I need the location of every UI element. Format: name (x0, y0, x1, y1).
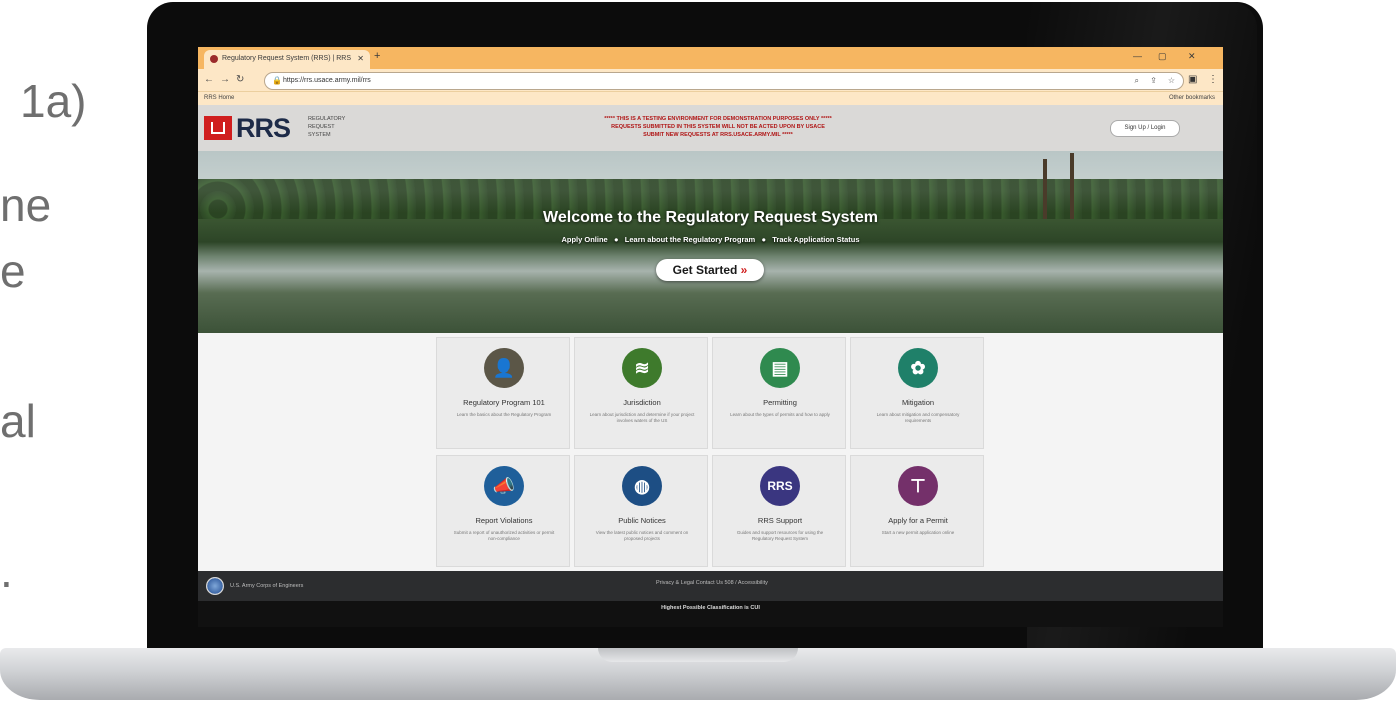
classification-text: Highest Possible Classification is CUI (661, 605, 760, 611)
lock-icon: 🔒 (272, 76, 282, 85)
card-description: Learn about mitigation and compensatory … (876, 412, 960, 423)
river-icon: ≋ (622, 348, 662, 388)
card-permitting[interactable]: ▤ Permitting Learn about the types of pe… (712, 337, 846, 449)
track-status-link[interactable]: Track Application Status (772, 235, 859, 244)
logo-subtitle: REGULATORY REQUEST SYSTEM (308, 116, 346, 138)
footer-links[interactable]: Privacy & Legal Contact Us 508 / Accessi… (656, 580, 768, 586)
card-description: Submit a report of unauthorized activiti… (453, 530, 555, 541)
close-window-icon[interactable]: ✕ (1188, 51, 1196, 62)
card-public-notices[interactable]: ◍ Public Notices View the latest public … (574, 455, 708, 567)
laptop-screen: Regulatory Request System (RRS) | RRS ✕ … (198, 47, 1223, 627)
slide-text-fragment: al (0, 395, 36, 447)
card-description: Guides and support resources for using t… (736, 530, 824, 541)
card-title: Mitigation (901, 398, 935, 407)
slide-text-fragment: e (0, 245, 26, 297)
card-jurisdiction[interactable]: ≋ Jurisdiction Learn about jurisdiction … (574, 337, 708, 449)
site-header: RRS REGULATORY REQUEST SYSTEM ***** THIS… (198, 105, 1223, 151)
minimize-icon[interactable]: — (1133, 51, 1142, 61)
zoom-icon[interactable]: ⌕ (1135, 76, 1139, 86)
url-text: https://rrs.usace.army.mil/rrs (283, 77, 371, 84)
bookmark-item[interactable]: RRS Home (204, 95, 234, 101)
slide-text-fragment: 1a) (20, 75, 87, 127)
slide-text-fragment: . (0, 545, 13, 597)
document-icon: ▤ (760, 348, 800, 388)
globe-icon: ◍ (622, 466, 662, 506)
learn-program-link[interactable]: Learn about the Regulatory Program (625, 235, 755, 244)
laptop-notch (598, 648, 798, 662)
card-description: Learn the basics about the Regulatory Pr… (456, 412, 552, 417)
favicon-icon (210, 55, 218, 63)
double-arrow-icon: » (740, 263, 748, 277)
footer-org-text: U.S. Army Corps of Engineers (230, 583, 304, 589)
card-description: Learn about jurisdiction and determine i… (589, 412, 695, 423)
people-icon: 👤 (484, 348, 524, 388)
card-mitigation[interactable]: ✿ Mitigation Learn about mitigation and … (850, 337, 984, 449)
apply-online-link[interactable]: Apply Online (561, 235, 607, 244)
plant-icon: ✿ (898, 348, 938, 388)
test-environment-notice: ***** THIS IS A TESTING ENVIRONMENT FOR … (604, 116, 832, 138)
new-tab-icon[interactable]: + (374, 50, 380, 62)
hero-banner: Welcome to the Regulatory Request System… (198, 151, 1223, 333)
card-description: View the latest public notices and comme… (595, 530, 689, 541)
card-report-violations[interactable]: 📣 Report Violations Submit a report of u… (436, 455, 570, 567)
card-description: Learn about the types of permits and how… (730, 412, 830, 417)
card-apply-for-a-permit[interactable]: ⊤ Apply for a Permit Start a new permit … (850, 455, 984, 567)
tab-title: Regulatory Request System (RRS) | RRS (222, 55, 352, 62)
card-title: Regulatory Program 101 (463, 398, 545, 407)
bookmark-star-icon[interactable]: ☆ (1168, 76, 1175, 85)
card-description: Start a new permit application online (881, 530, 955, 535)
site-footer: U.S. Army Corps of Engineers Privacy & L… (198, 571, 1223, 601)
back-icon[interactable]: ← (204, 74, 214, 85)
card-regulatory-program-101[interactable]: 👤 Regulatory Program 101 Learn the basic… (436, 337, 570, 449)
usace-castle-icon (204, 116, 232, 140)
card-title: RRS Support (757, 516, 803, 525)
megaphone-icon: 📣 (484, 466, 524, 506)
usace-seal-icon (206, 577, 224, 595)
rrs-icon: RRS (760, 466, 800, 506)
address-bar[interactable]: 🔒 https://rrs.usace.army.mil/rrs ⌕ ⇪ ☆ (264, 72, 1184, 90)
maximize-icon[interactable]: ▢ (1158, 51, 1167, 62)
menu-icon[interactable]: ⋮ (1208, 74, 1218, 85)
sign-icon: ⊤ (898, 466, 938, 506)
card-title: Public Notices (618, 516, 666, 525)
reload-icon[interactable]: ↻ (236, 74, 244, 85)
hero-title: Welcome to the Regulatory Request System (543, 209, 878, 226)
card-title: Jurisdiction (623, 398, 661, 407)
forward-icon[interactable]: → (220, 74, 230, 85)
browser-toolbar: ← → ↻ 🔒 https://rrs.usace.army.mil/rrs ⌕… (198, 69, 1223, 91)
signup-login-button[interactable]: Sign Up / Login (1110, 120, 1180, 137)
site-logo[interactable]: RRS (236, 113, 291, 144)
close-tab-icon[interactable]: ✕ (357, 54, 364, 63)
hero-links: Apply Online ● Learn about the Regulator… (561, 235, 860, 244)
card-title: Report Violations (475, 516, 533, 525)
classification-banner: Highest Possible Classification is CUI (198, 601, 1223, 627)
card-rrs-support[interactable]: RRS RRS Support Guides and support resou… (712, 455, 846, 567)
card-title: Permitting (763, 398, 797, 407)
browser-tab[interactable]: Regulatory Request System (RRS) | RRS ✕ (204, 50, 370, 69)
other-bookmarks[interactable]: Other bookmarks (1169, 95, 1215, 101)
extension-icon[interactable]: ▣ (1188, 74, 1197, 85)
bookmarks-bar: RRS Home Other bookmarks (198, 91, 1223, 106)
slide-text-fragment: ne (0, 179, 52, 231)
feature-cards-grid: 👤 Regulatory Program 101 Learn the basic… (434, 335, 990, 571)
card-title: Apply for a Permit (888, 516, 948, 525)
get-started-button[interactable]: Get Started » (656, 259, 764, 281)
share-icon[interactable]: ⇪ (1150, 76, 1157, 85)
browser-tab-bar: Regulatory Request System (RRS) | RRS ✕ … (198, 47, 1223, 69)
